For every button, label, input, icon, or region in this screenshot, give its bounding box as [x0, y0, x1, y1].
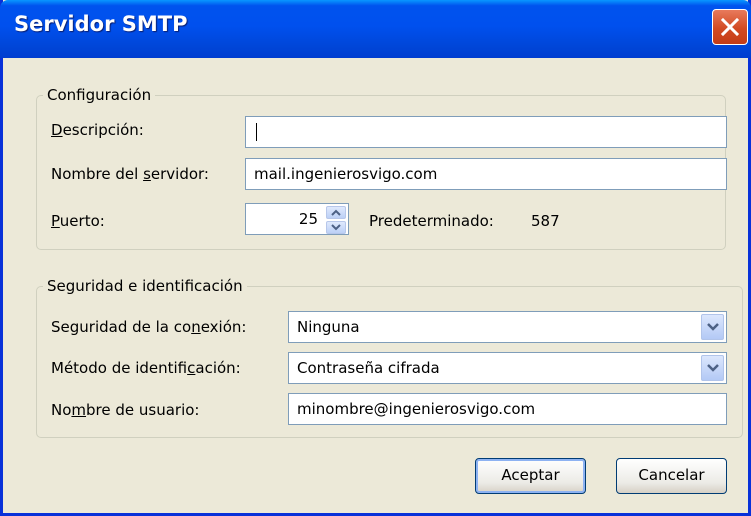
- port-value: 25: [298, 210, 318, 228]
- chevron-up-icon: [331, 209, 341, 216]
- auth-method-select[interactable]: Contraseña cifrada: [288, 352, 727, 384]
- chevron-down-icon: [331, 224, 341, 231]
- chevron-down-icon: [707, 323, 719, 331]
- accept-button[interactable]: Aceptar: [475, 458, 586, 494]
- close-button[interactable]: [712, 9, 748, 45]
- close-icon: [720, 17, 740, 37]
- default-port-label: Predeterminado:: [369, 212, 494, 230]
- default-port-value: 587: [531, 212, 560, 230]
- auth-method-label: Método de identificación:: [51, 359, 241, 377]
- description-input[interactable]: [245, 116, 727, 148]
- configuration-legend: Configuración: [43, 85, 156, 105]
- connection-security-select[interactable]: Ninguna: [288, 311, 727, 343]
- smtp-server-dialog: Servidor SMTP Configuración Descripción:…: [0, 0, 751, 516]
- connection-security-value: Ninguna: [297, 318, 360, 336]
- description-label: Descripción:: [51, 121, 144, 139]
- auth-method-dropdown-button[interactable]: [701, 355, 724, 381]
- connection-security-dropdown-button[interactable]: [701, 314, 724, 340]
- title-bar: Servidor SMTP: [0, 0, 751, 58]
- port-label: Puerto:: [51, 212, 105, 230]
- username-label: Nombre de usuario:: [51, 401, 200, 419]
- server-name-input[interactable]: mail.ingenierosvigo.com: [245, 158, 727, 190]
- connection-security-label: Seguridad de la conexión:: [51, 318, 247, 336]
- port-stepper[interactable]: 25: [245, 203, 349, 235]
- text-caret: [256, 123, 257, 141]
- port-up-button[interactable]: [326, 206, 346, 219]
- port-down-button[interactable]: [326, 221, 346, 234]
- username-input[interactable]: minombre@ingenierosvigo.com: [288, 393, 727, 425]
- cancel-button[interactable]: Cancelar: [616, 458, 727, 494]
- auth-method-value: Contraseña cifrada: [297, 359, 440, 377]
- chevron-down-icon: [707, 364, 719, 372]
- security-legend: Seguridad e identificación: [43, 276, 247, 296]
- window-title: Servidor SMTP: [14, 12, 188, 36]
- server-name-label: Nombre del servidor:: [51, 165, 209, 183]
